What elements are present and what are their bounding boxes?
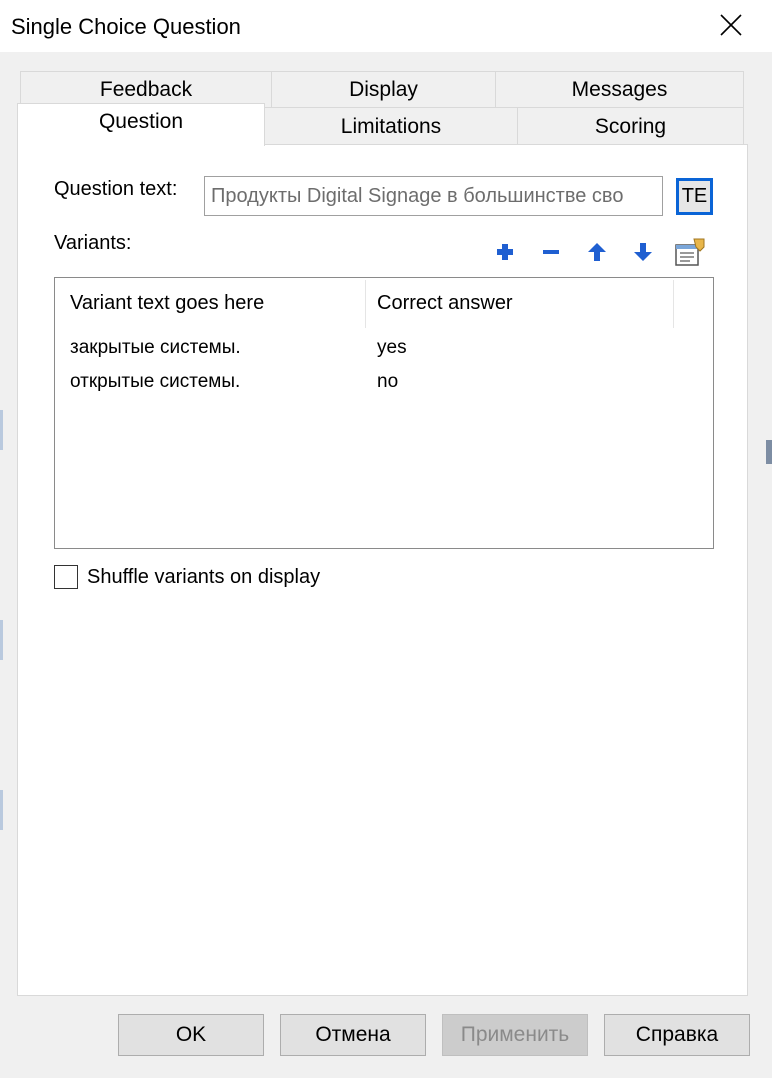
column-separator[interactable] <box>673 280 674 328</box>
column-header-correct-answer[interactable]: Correct answer <box>377 278 673 328</box>
background-artifact <box>766 440 772 464</box>
column-separator[interactable] <box>365 280 366 328</box>
tab-label: Messages <box>571 78 668 101</box>
cancel-button[interactable]: Отмена <box>280 1014 426 1056</box>
background-artifact <box>0 620 3 660</box>
title-bar: Single Choice Question <box>0 0 772 52</box>
variant-text-cell: закрытые системы. <box>70 337 241 358</box>
close-icon <box>720 14 742 36</box>
tab-label: Limitations <box>340 114 442 138</box>
question-text-label: Question text: <box>54 178 178 200</box>
tab-display[interactable]: Display <box>271 71 496 108</box>
tab-messages[interactable]: Messages <box>495 71 744 108</box>
column-header-label: Variant text goes here <box>70 291 265 314</box>
question-text-input[interactable]: Продукты Digital Signage в большинстве с… <box>204 176 663 216</box>
background-artifact <box>0 410 3 450</box>
move-up-button[interactable] <box>584 239 610 265</box>
minus-icon <box>543 250 559 254</box>
tab-label: Scoring <box>594 114 667 138</box>
remove-variant-button[interactable] <box>538 239 564 265</box>
move-down-button[interactable] <box>630 239 656 265</box>
tab-label: Display <box>349 78 418 101</box>
add-variant-button[interactable] <box>492 239 518 265</box>
shuffle-variants-label[interactable]: Shuffle variants on display <box>87 566 320 589</box>
help-button[interactable]: Справка <box>604 1014 750 1056</box>
apply-button[interactable]: Применить <box>442 1014 588 1056</box>
variants-list[interactable]: Variant text goes here Correct answer за… <box>54 277 714 549</box>
tab-limitations[interactable]: Limitations <box>264 107 518 145</box>
background-artifact <box>0 790 3 830</box>
plus-icon <box>497 244 513 260</box>
shuffle-variants-checkbox[interactable] <box>54 565 78 589</box>
tab-label: Question <box>98 110 184 133</box>
correct-answer-cell: yes <box>377 337 407 358</box>
text-editor-button[interactable]: TE <box>676 178 713 215</box>
variant-properties-button[interactable] <box>674 237 706 267</box>
window-title: Single Choice Question <box>11 14 241 39</box>
arrow-down-icon <box>634 243 652 261</box>
properties-icon <box>675 238 705 266</box>
tab-label: Feedback <box>99 78 193 101</box>
ok-button[interactable]: OK <box>118 1014 264 1056</box>
variant-text-cell: открытые системы. <box>70 371 241 392</box>
correct-answer-cell: no <box>377 371 399 392</box>
variants-label: Variants: <box>54 232 132 254</box>
arrow-up-icon <box>588 243 606 261</box>
column-header-variant-text[interactable]: Variant text goes here <box>70 278 365 328</box>
close-button[interactable] <box>706 2 756 48</box>
column-header-label: Correct answer <box>377 291 513 314</box>
tab-question[interactable]: Question <box>17 103 265 146</box>
tab-scoring[interactable]: Scoring <box>517 107 744 145</box>
